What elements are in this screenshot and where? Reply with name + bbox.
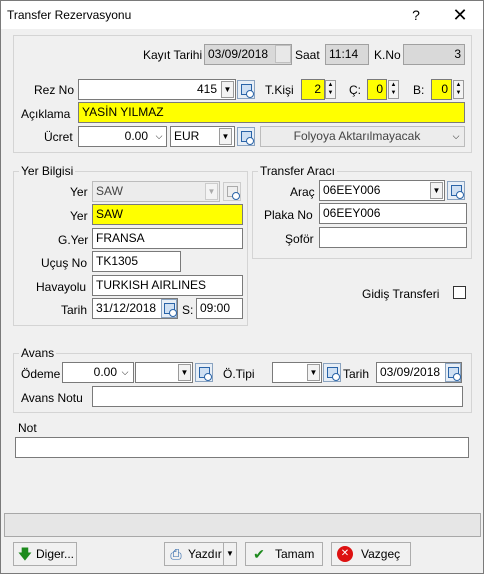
not-label: Not [18,421,37,435]
ucret-chevron-icon[interactable]: ⌵ [153,128,165,145]
saat-label: Saat [295,48,320,62]
otipi-dropdown-button[interactable]: ▼ [307,364,320,381]
odeme-lookup-icon[interactable] [195,363,213,382]
arac-select[interactable]: 06EEY006 [319,180,445,201]
odeme-label: Ödeme [21,367,61,381]
saat-s-field[interactable]: 09:00 [196,298,243,319]
havayolu-label: Havayolu [36,280,87,294]
yazdir-dropdown-button[interactable]: ▼ [223,542,237,566]
havayolu-field[interactable]: TURKISH AIRLINES [92,275,243,296]
bebek-label: B: [413,83,425,97]
yer1-label: Yer [70,185,88,199]
sofor-field[interactable] [319,227,467,248]
yer1-select: SAW [92,181,220,202]
folyo-chevron-icon[interactable]: ⌵ [450,128,462,145]
plaka-label: Plaka No [264,208,313,222]
currency-dropdown-button[interactable]: ▼ [219,128,232,145]
help-button[interactable]: ? [405,4,427,26]
ucret-label: Ücret [44,130,73,144]
cocuk-spinner[interactable]: ▲ ▼ [388,80,399,99]
close-button[interactable]: ✕ [449,4,471,26]
yer2-field[interactable]: SAW [92,204,243,225]
gyer-field[interactable]: FRANSA [92,228,243,249]
transfer-araci-title: Transfer Aracı [258,164,337,178]
odeme-type-dropdown-button[interactable]: ▼ [178,364,191,381]
plaka-field[interactable]: 06EEY006 [319,203,467,224]
gidis-transferi-checkbox[interactable] [453,286,466,299]
not-field[interactable] [15,437,469,458]
yer-bilgisi-title: Yer Bilgisi [19,164,76,178]
odeme-chevron-icon[interactable]: ⌵ [119,364,131,381]
arac-lookup-icon[interactable] [447,181,465,200]
calendar-icon[interactable] [445,363,461,382]
kayit-tarihi-label: Kayıt Tarihi [143,48,203,62]
avans-notu-label: Avans Notu [21,391,83,405]
rez-no-lookup-icon[interactable] [237,80,255,99]
diger-button[interactable]: 🡇 Diger... [13,542,77,566]
window-title: Transfer Rezervasyonu [7,8,132,22]
avans-notu-field[interactable] [92,386,463,407]
yer2-label: Yer [70,209,88,223]
rez-no-dropdown-button[interactable]: ▼ [221,81,234,98]
saat-field: 11:14 [325,44,369,65]
arrow-down-icon: 🡇 [17,546,33,562]
kno-field: 3 [403,44,465,65]
calendar-icon [275,45,291,63]
vazgec-button[interactable]: ✕ Vazgeç [331,542,411,566]
title-bar: Transfer Rezervasyonu ? ✕ [1,1,483,29]
bebek-spinner[interactable]: ▲ ▼ [453,80,464,99]
avans-title: Avans [19,346,57,360]
check-icon: ✔ [253,546,265,562]
folyo-select[interactable]: Folyoya Aktarılmayacak [260,126,465,147]
print-preview-icon: ⎙ [170,546,182,562]
yer1-lookup-icon [223,182,241,201]
yer1-dropdown-button: ▼ [205,183,218,200]
cocuk-field[interactable]: 0 [367,79,387,100]
arac-dropdown-button[interactable]: ▼ [430,182,443,199]
kno-label: K.No [374,48,401,62]
aciklama-label: Açıklama [21,107,71,121]
transfer-reservation-window: Transfer Rezervasyonu ? ✕ Kayıt Tarihi 0… [0,0,484,574]
aciklama-field[interactable]: YASİN YILMAZ [78,102,465,123]
yazdir-button[interactable]: ⎙ Yazdır [164,542,224,566]
tkisi-label: T.Kişi [265,83,294,97]
rez-no-label: Rez No [34,83,75,97]
gidis-transferi-label: Gidiş Transferi [362,287,440,301]
gyer-label: G.Yer [58,233,89,247]
status-bar [4,513,481,537]
avans-tarih-label: Tarih [343,367,370,381]
cancel-icon: ✕ [337,546,353,562]
ucus-no-label: Uçuş No [41,256,88,270]
currency-lookup-icon[interactable] [237,127,255,146]
saat-s-label: S: [182,303,194,317]
arac-label: Araç [290,185,315,199]
calendar-icon[interactable] [161,299,177,318]
bebek-field[interactable]: 0 [431,79,452,100]
ucus-no-field[interactable]: TK1305 [92,251,181,272]
otipi-lookup-icon[interactable] [323,363,341,382]
yer-tarih-label: Tarih [61,303,88,317]
tamam-button[interactable]: ✔ Tamam [245,542,323,566]
sofor-label: Şoför [285,232,314,246]
cocuk-label: Ç: [349,83,361,97]
tkisi-field[interactable]: 2 [301,79,325,100]
tkisi-spinner[interactable]: ▲ ▼ [325,80,336,99]
rez-no-field[interactable]: 415 [78,79,236,100]
otipi-label: Ö.Tipi [223,367,255,381]
